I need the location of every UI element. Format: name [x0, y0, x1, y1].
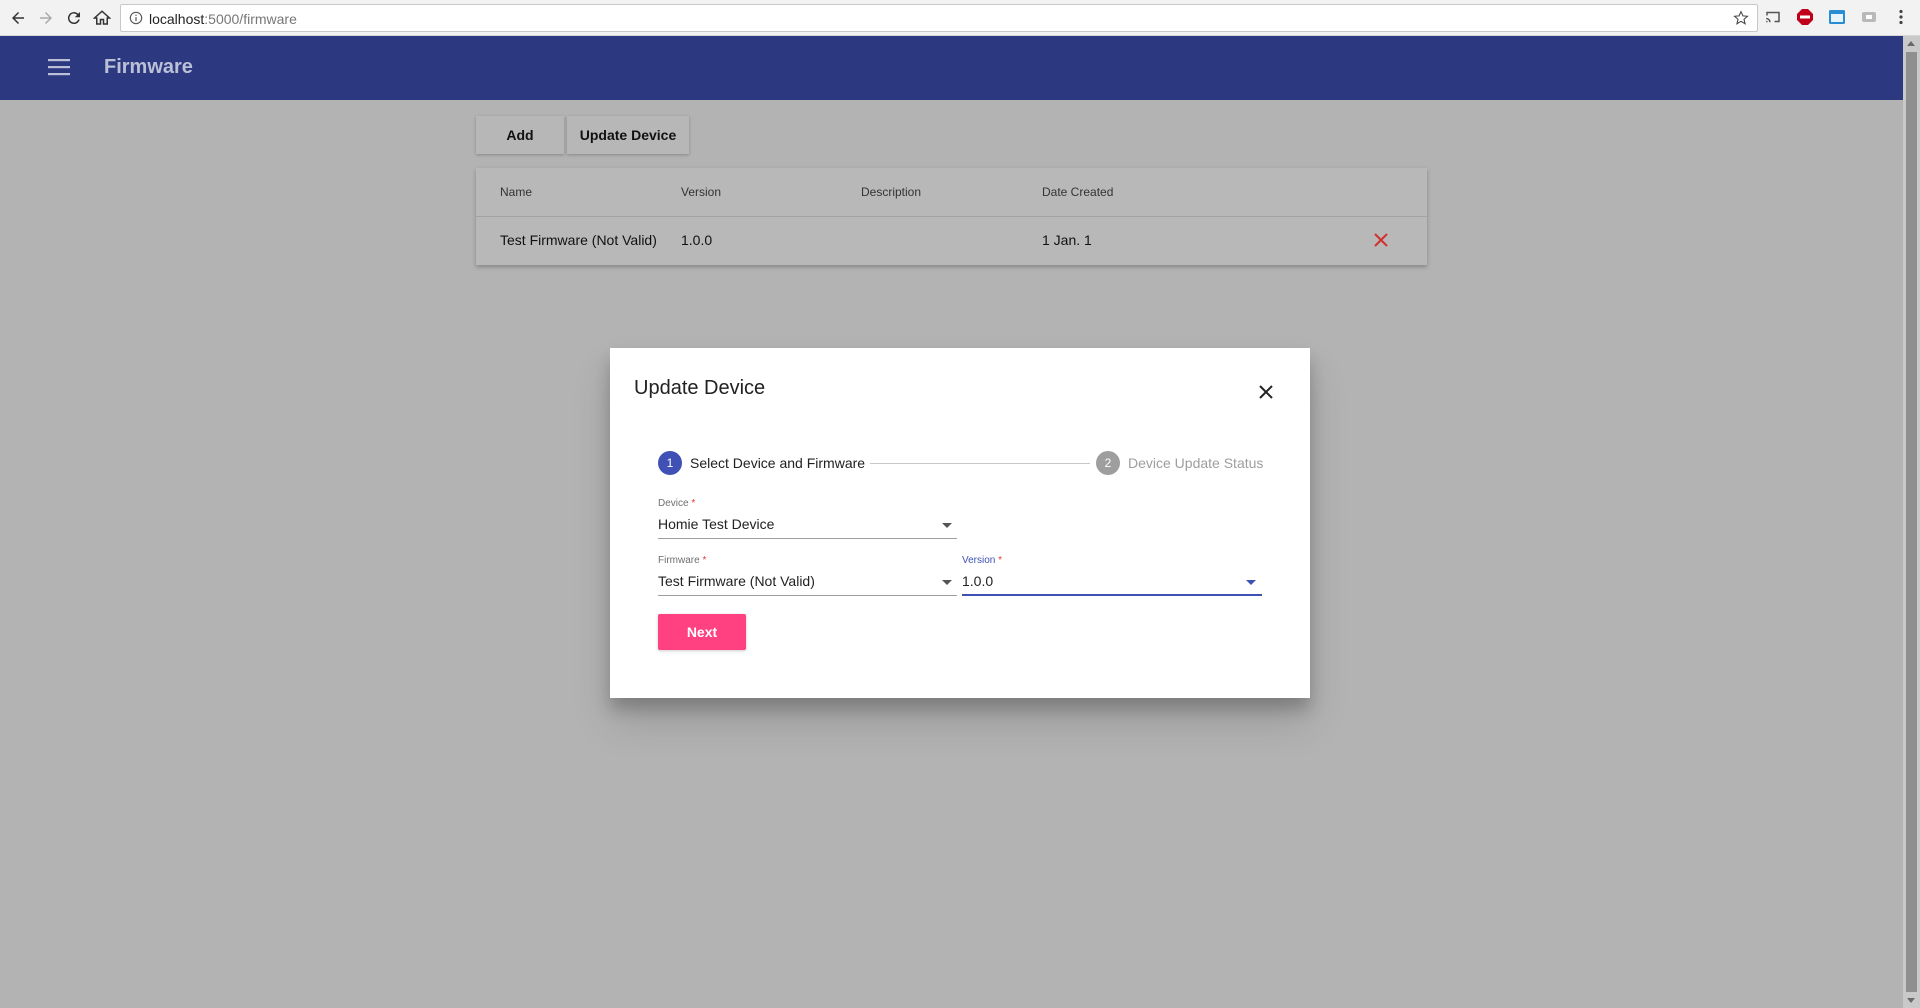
table-header-divider — [476, 216, 1427, 217]
info-icon[interactable] — [129, 11, 143, 25]
cast-icon[interactable] — [1764, 8, 1782, 26]
column-header-name[interactable]: Name — [500, 185, 532, 199]
url-text: localhost:5000/firmware — [149, 11, 297, 27]
scroll-down-arrow-icon[interactable] — [1907, 998, 1915, 1003]
version-value: 1.0.0 — [962, 573, 994, 589]
add-button[interactable]: Add — [476, 116, 564, 154]
back-icon[interactable] — [6, 6, 30, 30]
next-button[interactable]: Next — [658, 614, 746, 650]
delete-icon[interactable] — [1372, 231, 1390, 249]
forward-icon[interactable] — [34, 6, 58, 30]
cell-version: 1.0.0 — [681, 232, 713, 248]
dialog-title: Update Device — [634, 377, 766, 399]
device-value: Homie Test Device — [658, 516, 775, 532]
browser-menu-icon[interactable] — [1892, 8, 1910, 26]
device-underline — [658, 538, 957, 539]
version-label: Version * — [962, 555, 1003, 566]
version-dropdown-arrow-icon[interactable] — [1246, 580, 1256, 585]
stepper-connector — [870, 463, 1090, 464]
cell-name: Test Firmware (Not Valid) — [500, 232, 657, 248]
page-scrollbar[interactable] — [1903, 36, 1920, 1008]
column-header-description[interactable]: Description — [861, 185, 921, 199]
scroll-up-arrow-icon[interactable] — [1907, 41, 1915, 46]
close-icon[interactable] — [1256, 382, 1276, 402]
update-device-dialog: Update Device 1 Select Device and Firmwa… — [610, 348, 1310, 698]
browser-toolbar: localhost:5000/firmware — [0, 0, 1920, 36]
column-header-date-created[interactable]: Date Created — [1042, 185, 1113, 199]
step-1-number: 1 — [658, 451, 682, 475]
page-title: Firmware — [104, 56, 193, 78]
column-header-version[interactable]: Version — [681, 185, 721, 199]
home-icon[interactable] — [90, 6, 114, 30]
update-device-button[interactable]: Update Device — [567, 116, 689, 154]
device-dropdown-arrow-icon[interactable] — [942, 523, 952, 528]
hamburger-menu-icon[interactable] — [48, 58, 70, 76]
device-label: Device * — [658, 498, 696, 509]
scroll-thumb[interactable] — [1906, 52, 1917, 992]
adblock-icon[interactable] — [1796, 8, 1814, 26]
step-1-label: Select Device and Firmware — [690, 455, 866, 471]
cell-date-created: 1 Jan. 1 — [1042, 232, 1092, 248]
firmware-dropdown-arrow-icon[interactable] — [942, 580, 952, 585]
firmware-value: Test Firmware (Not Valid) — [658, 573, 815, 589]
reload-icon[interactable] — [62, 6, 86, 30]
bookmark-star-icon[interactable] — [1733, 10, 1749, 26]
step-2-label: Device Update Status — [1128, 455, 1264, 471]
version-underline — [962, 594, 1262, 596]
app-bar: Firmware — [0, 36, 1903, 100]
extension-window-icon[interactable] — [1828, 8, 1846, 26]
extension-gray-icon[interactable] — [1860, 8, 1878, 26]
firmware-underline — [658, 595, 957, 596]
address-bar[interactable]: localhost:5000/firmware — [120, 4, 1758, 32]
step-2-number: 2 — [1096, 451, 1120, 475]
firmware-table: Name Version Description Date Created Te… — [476, 168, 1427, 265]
firmware-label: Firmware * — [658, 555, 707, 566]
